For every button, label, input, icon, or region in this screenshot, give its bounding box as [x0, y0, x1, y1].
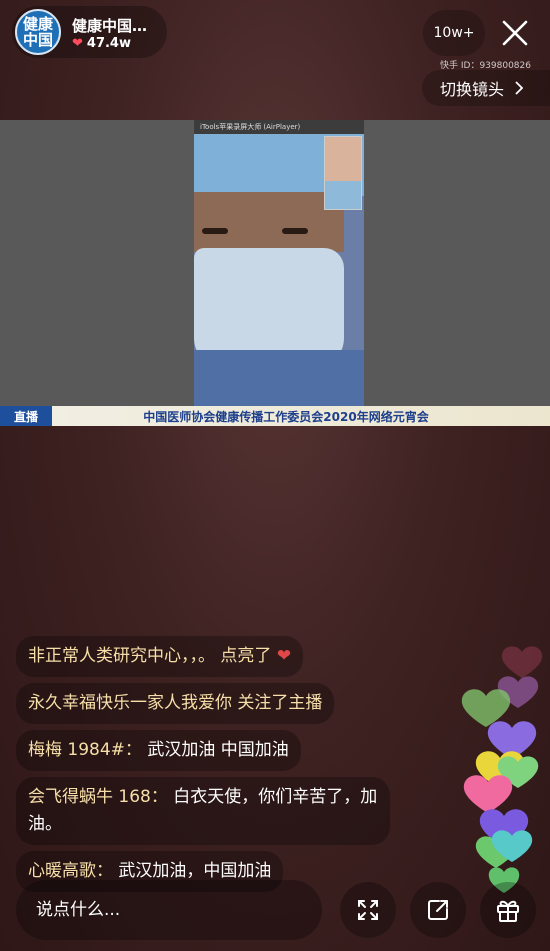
host-info[interactable]: 健康 中国 健康中国… ❤ 47.4w	[12, 6, 167, 58]
live-tag: 直播	[0, 406, 52, 426]
comment-item[interactable]: 永久幸福快乐一家人我爱你 关注了主播	[16, 683, 335, 724]
avatar-text-1: 健康	[22, 15, 53, 33]
pip-video	[324, 136, 362, 210]
likes-count: 47.4w	[86, 36, 131, 51]
gift-icon	[497, 900, 519, 922]
comment-user: 会飞得蜗牛 168：	[28, 787, 168, 807]
top-bar: 健康 中国 健康中国… ❤ 47.4w 10w+ 快手 ID：939800826…	[0, 0, 550, 120]
heart-icon: ❤	[276, 646, 292, 666]
live-video[interactable]: iTools苹果录屏大师 (AirPlayer)	[0, 120, 550, 426]
expand-icon	[358, 900, 378, 920]
gift-button[interactable]	[480, 882, 536, 938]
comment-item[interactable]: 会飞得蜗牛 168： 白衣天使，你们辛苦了，加油。	[16, 777, 390, 845]
phone-app-title: iTools苹果录屏大师 (AirPlayer)	[194, 120, 364, 134]
host-likes: ❤ 47.4w	[72, 36, 131, 51]
phone-mirror-screen: iTools苹果录屏大师 (AirPlayer)	[194, 120, 364, 406]
comment-user: 非正常人类研究中心，，。	[28, 646, 215, 666]
pip-cap	[325, 181, 361, 209]
close-button[interactable]	[498, 16, 532, 50]
comment-user: 心暖高歌：	[28, 861, 113, 881]
surgical-gown	[194, 350, 364, 406]
host-avatar[interactable]: 健康 中国	[15, 9, 61, 55]
avatar-text-2: 中国	[22, 31, 53, 49]
comment-message: 点亮了	[220, 646, 272, 666]
floating-hearts	[461, 646, 543, 893]
eye	[282, 228, 308, 234]
comment-item[interactable]: 梅梅 1984#： 武汉加油 中国加油	[16, 730, 301, 771]
switch-camera-button[interactable]: 切换镜头	[422, 70, 550, 106]
comment-message: 关注了主播	[237, 693, 323, 713]
bottom-bar: 说点什么...	[0, 880, 550, 940]
heart-icon	[501, 646, 543, 678]
share-icon	[428, 900, 448, 920]
comment-feed: 非正常人类研究中心，，。 点亮了 ❤ 永久幸福快乐一家人我爱你 关注了主播 梅梅…	[16, 636, 416, 898]
comment-user: 梅梅 1984#：	[28, 740, 142, 760]
share-button[interactable]	[410, 882, 466, 938]
viewer-count[interactable]: 10w+	[423, 10, 485, 56]
comment-item[interactable]: 非正常人类研究中心，，。 点亮了 ❤	[16, 636, 304, 677]
comment-user: 永久幸福快乐一家人我爱你	[28, 693, 232, 713]
comment-message: 武汉加油，中国加油	[118, 861, 272, 881]
fullscreen-button[interactable]	[340, 882, 396, 938]
ticker-text: 中国医师协会健康传播工作委员会2020年网络元宵会	[143, 409, 429, 424]
comment-input[interactable]: 说点什么...	[16, 880, 322, 940]
chevron-right-icon	[515, 81, 524, 95]
close-icon	[502, 20, 528, 46]
heart-icon: ❤	[72, 36, 83, 51]
heart-icon	[461, 689, 511, 727]
switch-camera-label: 切换镜头	[440, 80, 505, 99]
comment-message: 武汉加油 中国加油	[147, 740, 289, 760]
doctor-face	[194, 192, 344, 252]
eye	[202, 228, 228, 234]
news-ticker: 直播 中国医师协会健康传播工作委员会2020年网络元宵会	[0, 406, 550, 426]
heart-icon	[463, 775, 513, 813]
host-name: 健康中国…	[72, 17, 148, 35]
